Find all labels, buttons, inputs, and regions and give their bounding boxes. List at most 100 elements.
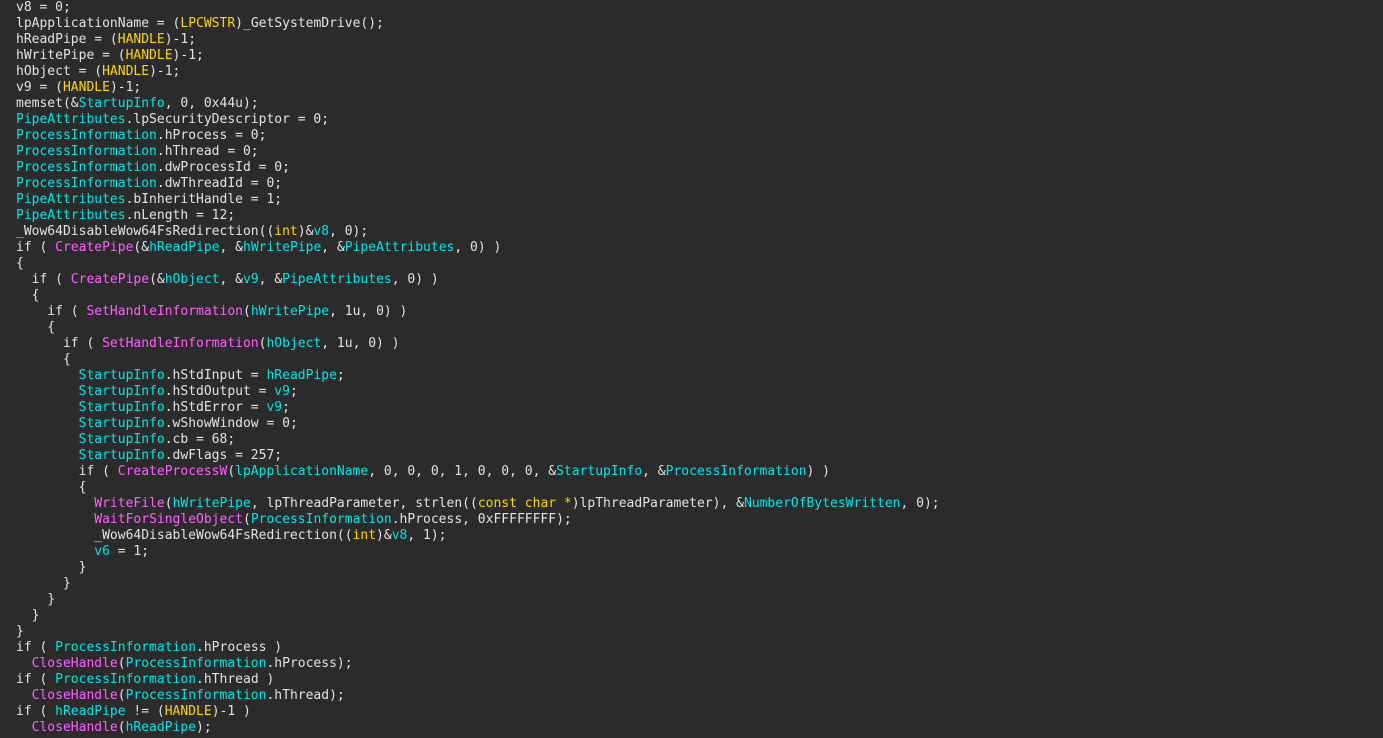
code-text: , 0); — [329, 224, 369, 239]
code-line[interactable]: if ( ProcessInformation.hThread ) — [16, 672, 1383, 688]
code-line[interactable]: hWritePipe = (HANDLE)-1; — [16, 48, 1383, 64]
code-line[interactable]: ProcessInformation.hThread = 0; — [16, 144, 1383, 160]
code-text: { — [16, 320, 56, 335]
code-line[interactable]: } — [16, 560, 1383, 576]
code-line[interactable]: ProcessInformation.dwProcessId = 0; — [16, 160, 1383, 176]
code-text: hObject = ( — [16, 64, 103, 79]
code-text: )-1; — [172, 48, 204, 63]
code-text: ( — [227, 464, 236, 479]
code-line[interactable]: hObject = (HANDLE)-1; — [16, 64, 1383, 80]
identifier: v9 — [274, 384, 290, 399]
code-line[interactable]: v8 = 0; — [16, 0, 1383, 16]
code-text: { — [16, 256, 24, 271]
code-line[interactable]: StartupInfo.dwFlags = 257; — [16, 448, 1383, 464]
code-line[interactable]: if ( hReadPipe != (HANDLE)-1 ) — [16, 704, 1383, 720]
code-line[interactable]: StartupInfo.cb = 68; — [16, 432, 1383, 448]
code-line[interactable]: CloseHandle(hReadPipe); — [16, 720, 1383, 736]
code-text: .hProcess, 0xFFFFFFFF); — [391, 512, 572, 527]
code-line[interactable]: CloseHandle(ProcessInformation.hThread); — [16, 688, 1383, 704]
code-text: if ( — [16, 304, 87, 319]
identifier: StartupInfo — [78, 416, 165, 431]
code-text: if ( — [16, 336, 103, 351]
code-line[interactable]: { — [16, 256, 1383, 272]
code-line[interactable]: StartupInfo.hStdOutput = v9; — [16, 384, 1383, 400]
code-line[interactable]: v6 = 1; — [16, 544, 1383, 560]
code-line[interactable]: if ( CreateProcessW(lpApplicationName, 0… — [16, 464, 1383, 480]
code-line[interactable]: { — [16, 288, 1383, 304]
code-line[interactable]: v9 = (HANDLE)-1; — [16, 80, 1383, 96]
code-line[interactable]: PipeAttributes.bInheritHandle = 1; — [16, 192, 1383, 208]
function-call: CloseHandle — [31, 688, 118, 703]
code-line[interactable]: if ( ProcessInformation.hProcess ) — [16, 640, 1383, 656]
type-name: int — [274, 224, 298, 239]
code-text: = 1; — [109, 544, 150, 559]
code-text: if ( — [16, 240, 56, 255]
identifier: PipeAttributes — [344, 240, 455, 255]
type-name: const char * — [477, 496, 572, 511]
code-line[interactable]: } — [16, 592, 1383, 608]
code-text: )& — [376, 528, 392, 543]
code-line[interactable]: lpApplicationName = (LPCWSTR)_GetSystemD… — [16, 16, 1383, 32]
code-line[interactable]: if ( CreatePipe(&hReadPipe, &hWritePipe,… — [16, 240, 1383, 256]
code-line[interactable]: memset(&StartupInfo, 0, 0x44u); — [16, 96, 1383, 112]
code-text: )-1; — [109, 80, 142, 95]
code-text: if ( — [16, 672, 56, 687]
code-line[interactable]: ProcessInformation.dwThreadId = 0; — [16, 176, 1383, 192]
function-call: WriteFile — [94, 496, 165, 511]
code-line[interactable]: WriteFile(hWritePipe, lpThreadParameter,… — [16, 496, 1383, 512]
code-line[interactable]: { — [16, 320, 1383, 336]
code-line[interactable]: CloseHandle(ProcessInformation.hProcess)… — [16, 656, 1383, 672]
code-line[interactable]: } — [16, 576, 1383, 592]
code-line[interactable]: hReadPipe = (HANDLE)-1; — [16, 32, 1383, 48]
code-text: if ( — [16, 704, 56, 719]
code-line[interactable]: } — [16, 624, 1383, 640]
code-line[interactable]: WaitForSingleObject(ProcessInformation.h… — [16, 512, 1383, 528]
code-line[interactable]: StartupInfo.wShowWindow = 0; — [16, 416, 1383, 432]
code-text: )& — [297, 224, 314, 239]
identifier: PipeAttributes — [16, 208, 126, 223]
code-text: ( — [117, 656, 126, 671]
identifier: hWritePipe — [250, 304, 330, 319]
identifier: hReadPipe — [55, 704, 126, 719]
identifier: ProcessInformation — [55, 672, 197, 687]
identifier: PipeAttributes — [16, 112, 126, 127]
code-text: ( — [243, 512, 251, 527]
code-text: v8 = 0; — [16, 0, 71, 15]
code-line[interactable]: } — [16, 608, 1383, 624]
code-text: .wShowWindow = 0; — [164, 416, 298, 431]
code-text: .dwProcessId = 0; — [156, 160, 290, 175]
type-name: LPCWSTR — [180, 16, 236, 31]
identifier: hReadPipe — [125, 720, 197, 735]
code-line[interactable]: PipeAttributes.lpSecurityDescriptor = 0; — [16, 112, 1383, 128]
code-line[interactable]: if ( SetHandleInformation(hWritePipe, 1u… — [16, 304, 1383, 320]
pseudocode-view[interactable]: v8 = 0; lpApplicationName = (LPCWSTR)_Get… — [0, 0, 1383, 738]
code-line[interactable]: PipeAttributes.nLength = 12; — [16, 208, 1383, 224]
code-line[interactable]: _Wow64DisableWow64FsRedirection((int)&v8… — [16, 224, 1383, 240]
code-line[interactable]: StartupInfo.hStdError = v9; — [16, 400, 1383, 416]
identifier: PipeAttributes — [282, 272, 392, 287]
code-line[interactable]: if ( SetHandleInformation(hObject, 1u, 0… — [16, 336, 1383, 352]
code-text: .bInheritHandle = 1; — [125, 192, 283, 207]
code-text: if ( — [16, 272, 71, 287]
function-call: CreateProcessW — [117, 464, 228, 479]
code-line[interactable]: { — [16, 480, 1383, 496]
code-text: , 0) ) — [454, 240, 502, 255]
code-line[interactable]: { — [16, 352, 1383, 368]
code-line[interactable]: ProcessInformation.hProcess = 0; — [16, 128, 1383, 144]
code-text: , & — [219, 240, 244, 255]
code-line[interactable]: _Wow64DisableWow64FsRedirection((int)&v8… — [16, 528, 1383, 544]
code-text: (& — [133, 240, 150, 255]
code-line[interactable]: if ( CreatePipe(&hObject, &v9, &PipeAttr… — [16, 272, 1383, 288]
code-text: if ( — [16, 464, 118, 479]
code-line[interactable]: StartupInfo.hStdInput = hReadPipe; — [16, 368, 1383, 384]
code-text: .nLength = 12; — [125, 208, 236, 223]
function-call: CloseHandle — [31, 720, 118, 735]
code-text: != ( — [125, 704, 165, 719]
